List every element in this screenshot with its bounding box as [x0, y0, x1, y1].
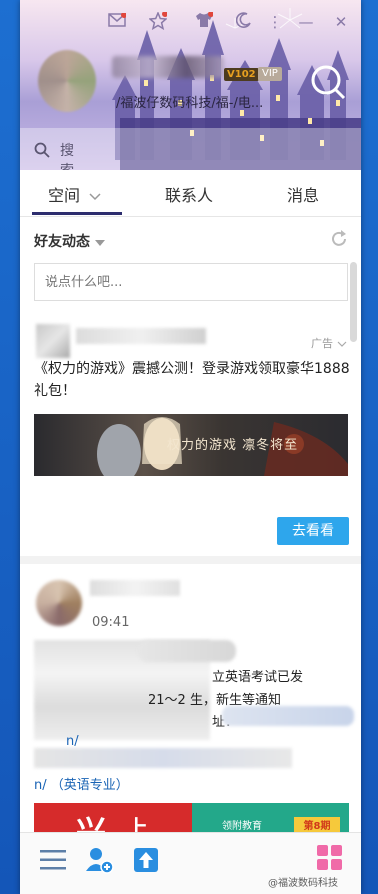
search-icon	[34, 142, 50, 158]
tab-space[interactable]: 空间	[48, 182, 101, 206]
friend-name-blurred[interactable]	[90, 580, 180, 596]
star-icon[interactable]	[148, 11, 168, 32]
friend-avatar[interactable]	[36, 580, 82, 626]
main-tabs: 空间 联系人 消息	[20, 170, 361, 217]
chevron-down-icon	[337, 341, 346, 347]
active-tab-indicator	[32, 212, 122, 215]
ad-label[interactable]: 广告	[311, 335, 347, 351]
ad-text[interactable]: 《权力的游戏》震撼公测！登录游戏领取豪华1888礼包！	[34, 358, 350, 402]
post-image-left-subtext: 上	[126, 817, 149, 833]
signature-text[interactable]: /福波仔数码科技/福-/电...	[116, 92, 263, 111]
vip-level-badge[interactable]: V102	[224, 68, 259, 81]
post-link-blurred-2[interactable]	[34, 748, 292, 768]
post-text-line1: 立英语考试已发	[212, 670, 304, 685]
post-image-left[interactable]: 兴 上	[34, 803, 192, 833]
profile-header: ⋮ — ✕ V102 VIP /福波仔数码科技/福-/电... 搜索	[20, 0, 361, 170]
ad-avatar-blurred	[36, 324, 70, 358]
post-image-right[interactable]: 领附教育 第8期	[192, 803, 349, 833]
nickname-blurred	[112, 56, 224, 78]
post-link-line2[interactable]: n/ （英语专业）	[34, 774, 129, 793]
search-label: 搜索	[60, 143, 74, 170]
post-text-blurred-2	[138, 640, 236, 662]
post-link-line1[interactable]: n/	[66, 734, 79, 749]
tab-messages[interactable]: 消息	[287, 182, 319, 206]
tab-contacts[interactable]: 联系人	[165, 182, 213, 206]
share-icon[interactable]	[133, 845, 159, 873]
apps-icon[interactable]	[317, 845, 343, 871]
ad-name-blurred	[76, 328, 206, 344]
compose-box[interactable]	[34, 263, 348, 301]
vip-tag[interactable]: VIP	[258, 67, 282, 81]
post-link-blurred[interactable]	[222, 706, 354, 726]
feed-filter-dropdown[interactable]: 好友动态	[34, 231, 105, 251]
close-button[interactable]: ✕	[331, 12, 351, 32]
avatar[interactable]	[38, 50, 96, 112]
qq-window: ⋮ — ✕ V102 VIP /福波仔数码科技/福-/电... 搜索 空间 联系…	[20, 0, 361, 894]
post-image-left-text: 兴	[76, 815, 106, 833]
ad-label-text: 广告	[311, 337, 333, 350]
shirt-icon[interactable]	[194, 11, 214, 32]
caret-down-icon	[94, 240, 105, 246]
add-friend-icon[interactable]	[84, 845, 114, 875]
weather-sun-icon	[311, 65, 346, 100]
mail-icon[interactable]	[107, 12, 127, 32]
scrollbar[interactable]	[350, 262, 357, 342]
post-image-right-badge: 第8期	[294, 817, 340, 833]
refresh-icon[interactable]	[329, 229, 349, 249]
chevron-down-icon	[89, 193, 101, 201]
post-time: 09:41	[92, 615, 130, 630]
more-icon[interactable]: ⋮	[265, 12, 285, 32]
moon-icon[interactable]	[234, 12, 254, 32]
tab-space-label: 空间	[48, 186, 81, 205]
minimize-button[interactable]: —	[296, 12, 316, 32]
watermark: @福波数码科技	[268, 878, 338, 889]
post-image-right-text: 领附教育	[222, 821, 262, 832]
feed-title: 好友动态	[34, 234, 90, 250]
ad-banner-image[interactable]: 权力的游戏 凛冬将至	[34, 414, 348, 476]
compose-input[interactable]	[43, 264, 337, 300]
go-see-button[interactable]: 去看看	[277, 517, 349, 545]
menu-icon[interactable]	[40, 849, 66, 871]
ad-banner-title: 权力的游戏 凛冬将至	[167, 438, 299, 453]
post-divider	[20, 556, 361, 564]
